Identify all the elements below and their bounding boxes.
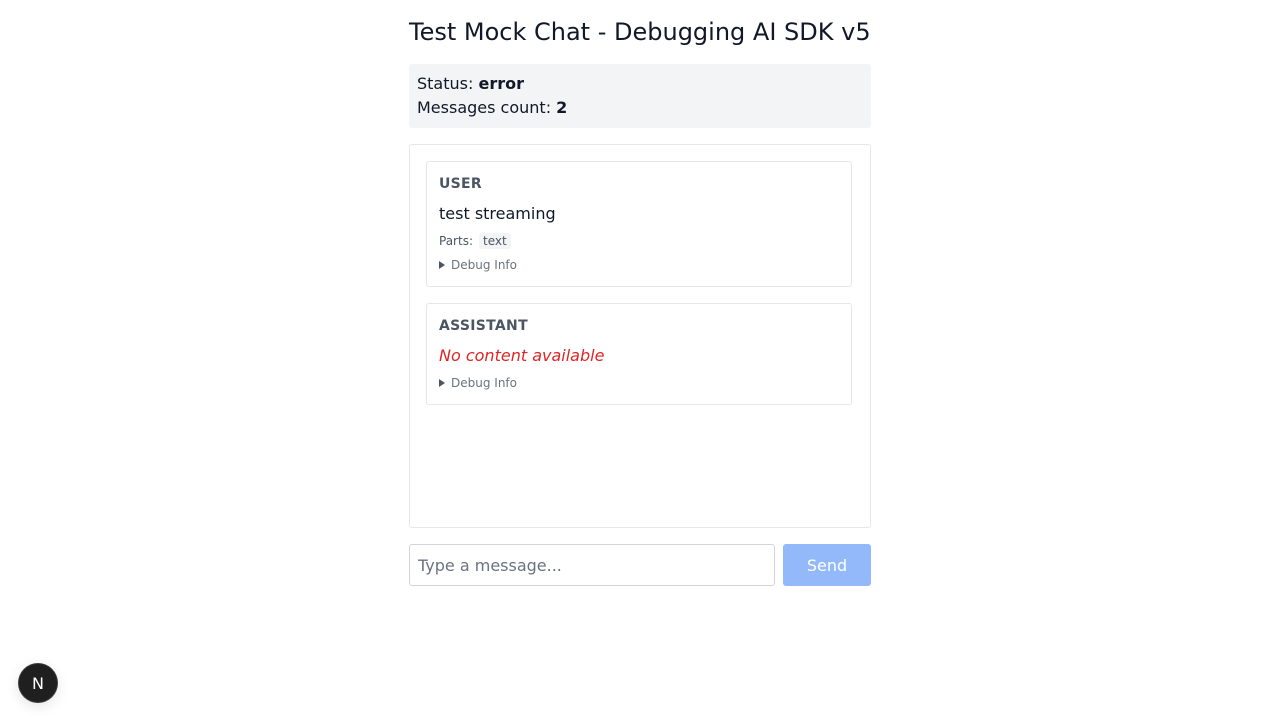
- messages-panel[interactable]: USER test streaming Parts: text Debug In…: [409, 144, 871, 528]
- disclosure-triangle-icon: [439, 261, 445, 269]
- message-parts: Parts: text: [439, 233, 511, 249]
- message-content: test streaming: [439, 204, 556, 223]
- messages-count-value: 2: [556, 98, 568, 117]
- debug-info-toggle[interactable]: Debug Info: [439, 257, 517, 273]
- messages-count-label: Messages count:: [417, 98, 552, 117]
- message-input[interactable]: [409, 544, 775, 586]
- messages-count-line: Messages count: 2: [417, 96, 863, 120]
- message-role: ASSISTANT: [439, 318, 528, 334]
- status-line: Status: error: [417, 72, 863, 96]
- status-panel: Status: error Messages count: 2: [409, 64, 871, 128]
- part-tag: text: [478, 233, 511, 249]
- status-value: error: [478, 74, 524, 93]
- message-assistant: ASSISTANT No content available Debug Inf…: [426, 303, 852, 405]
- message-empty-content: No content available: [439, 346, 605, 365]
- composer: Send: [409, 544, 871, 586]
- page-title: Test Mock Chat - Debugging AI SDK v5: [409, 18, 871, 46]
- debug-info-label: Debug Info: [451, 376, 517, 390]
- message-user: USER test streaming Parts: text Debug In…: [426, 161, 852, 287]
- status-label: Status:: [417, 74, 474, 93]
- nextjs-dev-tools-badge[interactable]: N: [19, 664, 57, 702]
- send-button[interactable]: Send: [783, 544, 871, 586]
- message-role: USER: [439, 176, 482, 192]
- debug-info-label: Debug Info: [451, 258, 517, 272]
- nextjs-logo-icon: N: [32, 673, 44, 693]
- debug-info-toggle[interactable]: Debug Info: [439, 375, 517, 391]
- disclosure-triangle-icon: [439, 379, 445, 387]
- parts-label: Parts:: [439, 234, 473, 248]
